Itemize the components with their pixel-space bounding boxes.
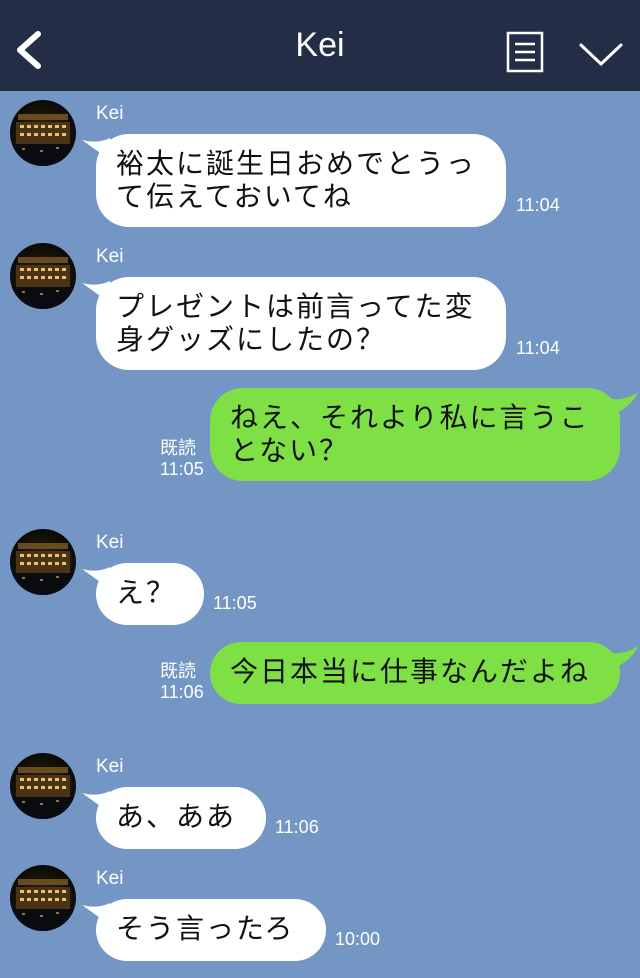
message-time: 10:00 [335,929,381,949]
message-time: 11:05 [160,459,204,479]
message-bubble[interactable]: 今日本当に仕事なんだよね [210,642,620,704]
read-receipt: 既読 [160,438,196,458]
avatar[interactable] [10,100,76,166]
sender-name: Kei [96,532,124,553]
message-text: 裕太に誕生日おめでとうって伝えておいてね [116,147,477,213]
message-text: プレゼントは前言ってた変身グッズにしたの？ [116,290,475,356]
sender-name: Kei [96,868,124,889]
avatar[interactable] [10,529,76,595]
bubble-tail [600,646,638,672]
message-text: ねえ、それより私に言うことない？ [230,401,590,467]
avatar[interactable] [10,753,76,819]
message-row: Kei あ、ああ 11:06 [0,753,640,853]
menu-icon[interactable] [506,31,544,73]
message-row: Kei そう言ったろ 10:00 [0,865,640,965]
message-bubble[interactable]: ねえ、それより私に言うことない？ [210,388,620,481]
chat-header: Kei [0,0,640,91]
message-row: Kei 裕太に誕生日おめでとうって伝えておいてね 11:04 [0,100,640,230]
avatar[interactable] [10,243,76,309]
message-row: 既読 11:06 今日本当に仕事なんだよね [0,640,640,710]
sender-name: Kei [96,246,124,267]
avatar[interactable] [10,865,76,931]
read-receipt: 既読 [160,661,196,681]
sender-name: Kei [96,103,124,124]
message-row: 既読 11:05 ねえ、それより私に言うことない？ [0,386,640,486]
message-text: え？ [116,576,177,609]
message-bubble[interactable]: あ、ああ [96,787,266,849]
message-text: あ、ああ [116,800,237,833]
bubble-tail [600,392,638,418]
sender-name: Kei [96,756,124,777]
message-text: そう言ったろ [116,912,295,945]
message-time: 11:06 [275,817,319,837]
chat-title: Kei [295,26,345,64]
message-bubble[interactable]: え？ [96,563,204,625]
message-time: 11:05 [213,593,257,613]
message-bubble[interactable]: そう言ったろ [96,899,326,961]
message-time: 11:04 [516,338,560,358]
message-time: 11:06 [160,682,204,702]
message-time: 11:04 [516,195,560,215]
message-text: 今日本当に仕事なんだよね [230,655,591,688]
message-bubble[interactable]: プレゼントは前言ってた変身グッズにしたの？ [96,277,506,370]
message-row: Kei プレゼントは前言ってた変身グッズにしたの？ 11:04 [0,243,640,373]
message-row: Kei え？ 11:05 [0,529,640,629]
chevron-down-icon[interactable] [578,40,624,68]
message-bubble[interactable]: 裕太に誕生日おめでとうって伝えておいてね [96,134,506,227]
